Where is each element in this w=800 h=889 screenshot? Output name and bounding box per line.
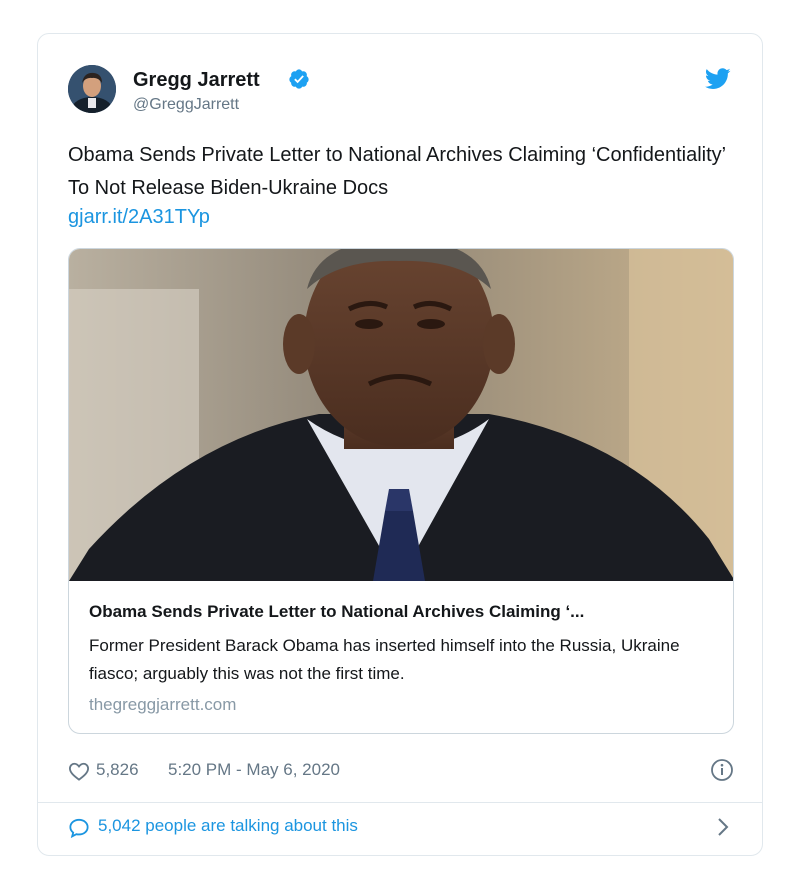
card-domain: thegreggjarrett.com: [89, 695, 237, 714]
heart-icon[interactable]: [68, 761, 90, 781]
comment-icon: [69, 818, 89, 838]
twitter-bird-icon[interactable]: [705, 68, 731, 90]
info-icon[interactable]: [710, 758, 734, 782]
avatar[interactable]: [68, 65, 116, 113]
divider: [38, 802, 762, 803]
conversation-count[interactable]: 5,042 people are talking about this: [98, 816, 358, 836]
card-image[interactable]: [69, 249, 734, 581]
like-count[interactable]: 5,826: [96, 760, 139, 780]
card-title[interactable]: Obama Sends Private Letter to National A…: [89, 602, 711, 622]
card-description: Former President Barack Obama has insert…: [89, 636, 680, 683]
tweet-meta-row: 5,826 5:20 PM - May 6, 2020: [68, 758, 734, 786]
chevron-right-icon[interactable]: [716, 817, 730, 837]
tweet-embed-card: Gregg Jarrett @GreggJarrett Obama Sends …: [37, 33, 763, 856]
tweet-link[interactable]: gjarr.it/2A31TYp: [68, 206, 210, 229]
author-handle[interactable]: @GreggJarrett: [133, 96, 239, 114]
tweet-text: Obama Sends Private Letter to National A…: [68, 144, 726, 199]
link-preview-card[interactable]: Obama Sends Private Letter to National A…: [68, 248, 734, 734]
conversation-link[interactable]: 5,042 people are talking about this: [68, 812, 734, 846]
verified-badge-icon: [289, 69, 309, 89]
tweet-timestamp[interactable]: 5:20 PM - May 6, 2020: [168, 760, 340, 780]
author-name[interactable]: Gregg Jarrett: [133, 69, 260, 92]
